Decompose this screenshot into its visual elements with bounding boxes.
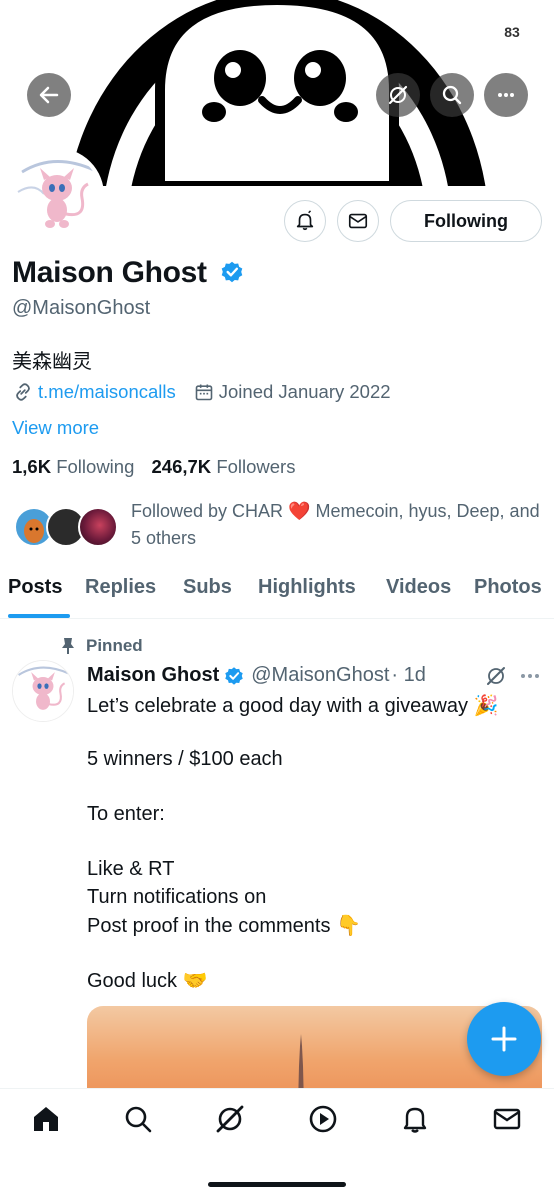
message-button[interactable]: [337, 200, 379, 242]
search-button[interactable]: [430, 73, 474, 117]
profile-bio: 美森幽灵: [12, 351, 92, 373]
post-author-name[interactable]: Maison Ghost: [87, 664, 219, 687]
compose-button[interactable]: [467, 1002, 541, 1076]
link-icon: [16, 383, 30, 401]
follower-avatar[interactable]: [78, 507, 118, 547]
post-text-line: To enter:: [87, 803, 165, 825]
envelope-icon[interactable]: [491, 1103, 523, 1135]
post-text-line: Turn notifications on: [87, 886, 267, 908]
mew-avatar-image: [14, 152, 100, 238]
tab-posts[interactable]: Posts: [8, 576, 62, 599]
post-text-line: Good luck 🤝: [87, 970, 208, 992]
plus-icon: [491, 1026, 517, 1052]
home-icon[interactable]: [30, 1103, 62, 1135]
post-author-avatar[interactable]: [12, 660, 74, 722]
home-indicator: [208, 1182, 346, 1187]
signal-icon: [438, 26, 460, 42]
battery-indicator: 83: [497, 23, 527, 41]
tab-replies[interactable]: Replies: [85, 576, 156, 599]
profile-avatar[interactable]: [10, 148, 104, 242]
play-icon[interactable]: [307, 1103, 339, 1135]
back-arrow-icon: [39, 86, 59, 104]
tab-highlights[interactable]: Highlights: [258, 576, 356, 599]
bell-icon: [296, 210, 314, 231]
search-icon: [442, 85, 462, 105]
post-more-icon[interactable]: [518, 668, 542, 684]
post-text-line: Let’s celebrate a good day with a giveaw…: [87, 695, 499, 717]
grok-icon: [388, 85, 408, 105]
grok-icon[interactable]: [214, 1103, 246, 1135]
notifications-button[interactable]: [284, 200, 326, 242]
view-more-link[interactable]: View more: [12, 417, 99, 439]
post-text-line: Like & RT: [87, 858, 175, 880]
more-button[interactable]: [484, 73, 528, 117]
profile-handle: @MaisonGhost: [12, 297, 151, 319]
following-button[interactable]: Following: [390, 200, 542, 242]
status-time: 14.12: [32, 22, 80, 43]
verified-badge-icon[interactable]: [219, 259, 245, 285]
profile-meta: t.me/maisoncalls Joined January 2022: [12, 381, 391, 403]
back-button[interactable]: [27, 73, 71, 117]
tab-photos[interactable]: Photos: [474, 576, 542, 599]
wifi-icon: [471, 27, 489, 41]
post-author-handle[interactable]: @MaisonGhost: [251, 664, 389, 687]
envelope-icon: [348, 213, 368, 229]
search-icon[interactable]: [122, 1103, 154, 1135]
display-name-text: Maison Ghost: [12, 256, 207, 289]
pin-icon: [62, 638, 74, 654]
post-time: · 1d: [391, 664, 426, 686]
pinned-label: Pinned: [60, 636, 143, 656]
profile-link[interactable]: t.me/maisoncalls: [38, 381, 176, 403]
more-icon: [498, 93, 514, 97]
person-icon: [89, 27, 105, 43]
follow-counts: 1,6K Following 246,7K Followers: [12, 456, 295, 478]
tab-subs[interactable]: Subs: [183, 576, 232, 599]
profile-joined: Joined January 2022: [218, 381, 391, 402]
followed-by-text[interactable]: Followed by CHAR ❤️ Memecoin, hyus, Deep…: [131, 498, 541, 552]
verified-badge-icon[interactable]: [223, 665, 245, 687]
profile-tabs: Posts Replies Subs Highlights Videos Pho…: [0, 572, 554, 619]
grok-icon[interactable]: [484, 664, 508, 688]
following-count-link[interactable]: 1,6K Following: [12, 456, 134, 477]
active-tab-indicator: [8, 614, 70, 618]
mew-avatar-image: [13, 661, 73, 721]
calendar-icon: [195, 384, 213, 401]
bell-icon[interactable]: [399, 1103, 431, 1135]
profile-display-name: Maison Ghost: [12, 256, 245, 290]
grok-button[interactable]: [376, 73, 420, 117]
post-text-line: 5 winners / $100 each: [87, 748, 283, 770]
followers-count-link[interactable]: 246,7K Followers: [152, 456, 296, 477]
tab-videos[interactable]: Videos: [386, 576, 451, 599]
post-header: Maison Ghost @MaisonGhost · 1d: [87, 664, 426, 687]
post-text-line: Post proof in the comments 👇: [87, 915, 361, 937]
